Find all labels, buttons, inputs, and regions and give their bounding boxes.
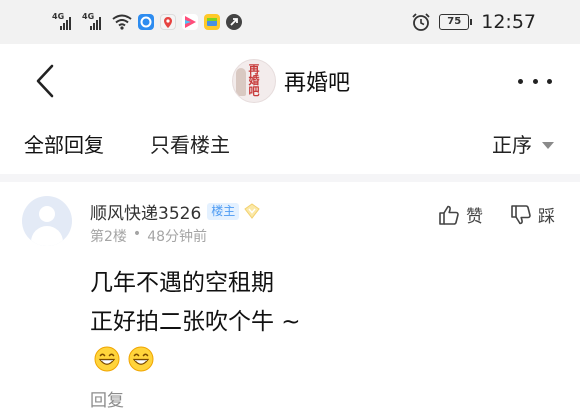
- app-icon-blue: [138, 14, 154, 30]
- forum-name[interactable]: 再婚吧: [284, 65, 350, 97]
- nav-bar: 再婚吧 再婚吧: [0, 44, 580, 118]
- status-bar: 4G 4G 75 12:57: [0, 0, 580, 44]
- reply-button[interactable]: 回复: [90, 386, 124, 411]
- signal-icon: 4G: [82, 13, 106, 31]
- reply-time: 48分钟前: [147, 229, 208, 245]
- username[interactable]: 顺风快递3526: [90, 199, 201, 224]
- meta-separator: •: [132, 226, 142, 242]
- thumbs-down-icon: [511, 204, 531, 224]
- user-line: 顺风快递3526 楼主: [90, 199, 260, 224]
- clock: 12:57: [481, 11, 536, 33]
- reply-text-line: 正好拍二张吹个牛 ~: [90, 309, 301, 335]
- thumbs-up-icon: [439, 205, 459, 225]
- section-divider: [0, 174, 580, 182]
- chevron-left-icon: [36, 64, 54, 98]
- forum-avatar-figure: [236, 68, 246, 96]
- app-icon-map: [160, 14, 176, 30]
- reply-card: 顺风快递3526 楼主 第2楼 • 48分钟前 赞 踩 几年不遇的空租期 正好拍…: [0, 182, 580, 416]
- sort-dropdown[interactable]: 正序: [492, 132, 554, 158]
- diamond-level-icon: [244, 203, 260, 219]
- app-icon-arrow: [226, 14, 242, 30]
- more-dots-icon[interactable]: [518, 68, 552, 94]
- owner-badge: 楼主: [207, 202, 240, 220]
- back-button[interactable]: [30, 62, 64, 100]
- forum-logo-text: 再婚吧: [248, 63, 260, 98]
- alarm-icon: [412, 13, 430, 31]
- forum-avatar[interactable]: 再婚吧: [232, 59, 276, 103]
- tab-all-replies[interactable]: 全部回复: [24, 132, 104, 158]
- status-right-icons: 75 12:57: [411, 11, 536, 33]
- reply-text-line: 几年不遇的空租期: [90, 270, 274, 296]
- like-button[interactable]: 赞: [438, 202, 483, 227]
- dislike-label: 踩: [538, 207, 555, 227]
- app-icon-video: [182, 14, 198, 30]
- wifi-icon: [112, 14, 132, 30]
- dislike-button[interactable]: 踩: [510, 202, 555, 227]
- grinning-emoji-icon: [128, 346, 154, 372]
- status-left-icons: 4G 4G: [52, 12, 242, 32]
- caret-down-icon: [542, 141, 554, 149]
- reply-tab-bar: 全部回复 只看楼主 正序: [0, 118, 580, 174]
- forum-header[interactable]: 再婚吧 再婚吧: [232, 58, 350, 104]
- floor-number: 第2楼: [90, 229, 127, 245]
- battery-indicator: 75: [439, 14, 473, 30]
- sort-label: 正序: [492, 133, 532, 157]
- emoji-row: [94, 346, 154, 372]
- reply-meta: 第2楼 • 48分钟前: [90, 226, 207, 246]
- tab-owner-only[interactable]: 只看楼主: [150, 132, 230, 158]
- app-icon-gallery: [204, 14, 220, 30]
- grinning-emoji-icon: [94, 346, 120, 372]
- avatar[interactable]: [22, 196, 72, 246]
- like-label: 赞: [466, 207, 483, 227]
- reply-content: 几年不遇的空租期 正好拍二张吹个牛 ~: [90, 264, 301, 342]
- signal-icon: 4G: [52, 13, 76, 31]
